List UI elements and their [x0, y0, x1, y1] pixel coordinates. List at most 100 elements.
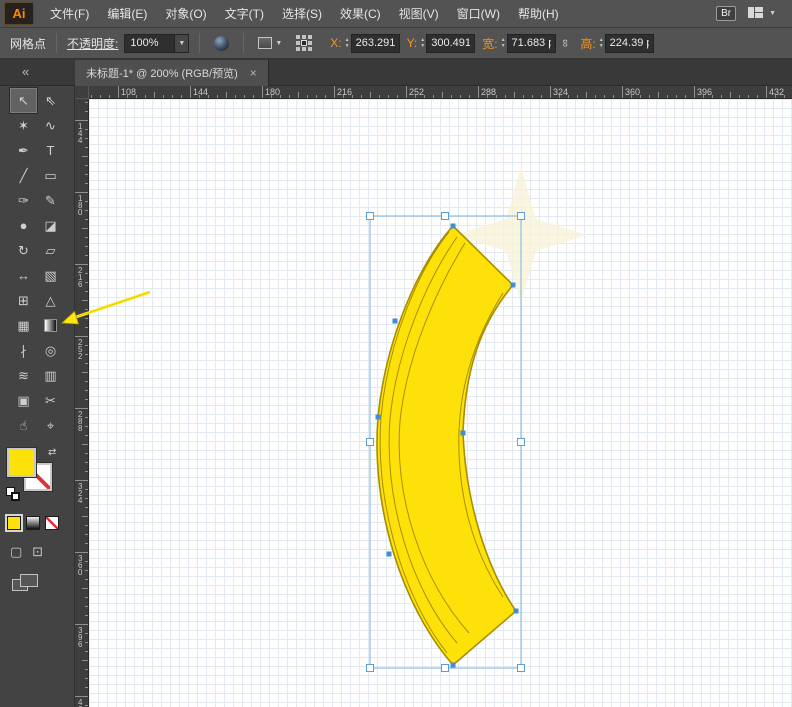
rectangle-tool[interactable]: ▭ [37, 163, 64, 188]
menu-item-effect[interactable]: 效果(C) [331, 0, 390, 28]
eyedropper-tool[interactable]: ∤ [10, 338, 37, 363]
mesh-tool[interactable]: ▦ [10, 313, 37, 338]
w-input[interactable] [507, 34, 556, 53]
tools-panel: ↖⇖✶∿✒T╱▭✑✎●◪↻▱↔▧⊞△▦∤◎≋▥▣✂☝⌖ ⇄ ▢ ⊡ [0, 86, 75, 707]
opacity-combo[interactable]: 100% ▼ [124, 34, 189, 53]
width-tool[interactable]: ↔ [10, 263, 37, 288]
constrain-link-icon[interactable]: ∞ [558, 39, 570, 47]
w-field-group: 宽: ▲▼ [475, 34, 555, 53]
pencil-tool[interactable]: ✎ [37, 188, 64, 213]
y-label: Y: [407, 36, 418, 50]
zoom-tool[interactable]: ⌖ [37, 413, 64, 438]
ruler-corner[interactable] [75, 86, 89, 99]
slice-tool[interactable]: ✂ [37, 388, 64, 413]
opacity-link[interactable]: 不透明度: [67, 35, 118, 52]
document-tab[interactable]: 未标题-1* @ 200% (RGB/预览) × [75, 60, 269, 86]
lasso-tool[interactable]: ∿ [37, 113, 64, 138]
magic-wand-tool[interactable]: ✶ [10, 113, 37, 138]
y-stepper[interactable]: ▲▼ [420, 37, 425, 49]
screen-mode-button[interactable] [12, 574, 40, 594]
selected-artwork[interactable] [377, 226, 516, 665]
ruler-top-label: 324 [553, 87, 568, 97]
control-bar: 网格点 不透明度: 100% ▼ ▼ X:▲▼Y:▲▼宽:▲▼∞高:▲▼ [0, 28, 792, 60]
column-graph-tool[interactable]: ▥ [37, 363, 64, 388]
artwork-layer [89, 99, 792, 707]
fill-swatch[interactable] [7, 448, 36, 477]
draw-normal-icon[interactable]: ▢ [10, 544, 22, 560]
y-field-group: Y:▲▼ [400, 34, 476, 53]
hand-tool[interactable]: ☝ [10, 413, 37, 438]
blend-tool[interactable]: ◎ [37, 338, 64, 363]
none-mode-button[interactable] [45, 516, 59, 530]
document-title: 未标题-1* @ 200% (RGB/预览) [86, 65, 238, 81]
tools-grid: ↖⇖✶∿✒T╱▭✑✎●◪↻▱↔▧⊞△▦∤◎≋▥▣✂☝⌖ [0, 88, 74, 438]
ruler-top-label: 252 [409, 87, 424, 97]
free-transform-tool[interactable]: ▧ [37, 263, 64, 288]
transform-fields: X:▲▼Y:▲▼宽:▲▼∞高:▲▼ [323, 34, 653, 53]
line-segment-tool[interactable]: ╱ [10, 163, 37, 188]
close-icon[interactable]: × [250, 66, 257, 80]
opacity-value[interactable]: 100% [124, 34, 174, 53]
fill-stroke-widget: ⇄ [0, 446, 74, 504]
chevron-down-icon: ▼ [769, 10, 776, 17]
selection-tool[interactable]: ↖ [10, 88, 37, 113]
h-input[interactable] [605, 34, 654, 53]
menu-items: 文件(F)编辑(E)对象(O)文字(T)选择(S)效果(C)视图(V)窗口(W)… [41, 0, 568, 28]
tab-bar: « 未标题-1* @ 200% (RGB/预览) × [0, 60, 792, 86]
gradient-tool[interactable] [37, 313, 64, 338]
x-label: X: [330, 36, 341, 50]
y-input[interactable] [426, 34, 475, 53]
canvas-artboard[interactable] [89, 99, 792, 707]
menu-item-type[interactable]: 文字(T) [216, 0, 273, 28]
opacity-dropdown-icon[interactable]: ▼ [174, 34, 189, 53]
style-options-button[interactable]: ▼ [258, 37, 282, 49]
scale-tool[interactable]: ▱ [37, 238, 64, 263]
ruler-left-label: 1 4 4 [78, 123, 82, 144]
default-fill-stroke-icon[interactable] [6, 487, 20, 501]
ruler-top-label: 144 [193, 87, 208, 97]
workspace-icon [748, 7, 765, 20]
symbol-sprayer-tool[interactable]: ≋ [10, 363, 37, 388]
menu-item-window[interactable]: 窗口(W) [448, 0, 509, 28]
menu-bar: Ai 文件(F)编辑(E)对象(O)文字(T)选择(S)效果(C)视图(V)窗口… [0, 0, 792, 28]
ruler-left-label: 3 6 0 [78, 555, 82, 576]
x-input[interactable] [351, 34, 400, 53]
menu-item-edit[interactable]: 编辑(E) [98, 0, 156, 28]
artboard-tool[interactable]: ▣ [10, 388, 37, 413]
swap-fill-stroke-icon[interactable]: ⇄ [48, 447, 56, 458]
ruler-left[interactable]: 1 4 41 8 02 1 62 5 22 8 83 2 43 6 03 9 6… [75, 99, 89, 707]
paintbrush-tool[interactable]: ✑ [10, 188, 37, 213]
eraser-tool[interactable]: ◪ [37, 213, 64, 238]
perspective-grid-tool[interactable]: △ [37, 288, 64, 313]
menu-item-select[interactable]: 选择(S) [273, 0, 331, 28]
ruler-top[interactable]: 108144180216252288324360396432 [89, 86, 792, 99]
color-mode-button[interactable] [7, 516, 21, 530]
gradient-mode-button[interactable] [26, 516, 40, 530]
ruler-top-label: 360 [625, 87, 640, 97]
x-stepper[interactable]: ▲▼ [345, 37, 350, 49]
shape-builder-tool[interactable]: ⊞ [10, 288, 37, 313]
h-stepper[interactable]: ▲▼ [599, 37, 604, 49]
w-label: 宽: [482, 35, 497, 52]
draw-inside-icon[interactable]: ⊡ [32, 544, 43, 560]
x-field-group: X: ▲▼ [323, 34, 399, 53]
pen-tool[interactable]: ✒ [10, 138, 37, 163]
w-stepper[interactable]: ▲▼ [501, 37, 506, 49]
ruler-left-label: 2 8 8 [78, 411, 82, 432]
menu-item-help[interactable]: 帮助(H) [509, 0, 568, 28]
menu-item-view[interactable]: 视图(V) [390, 0, 448, 28]
ruler-top-label: 108 [121, 87, 136, 97]
workspace-switcher[interactable]: ▼ [748, 7, 776, 20]
menu-item-object[interactable]: 对象(O) [156, 0, 215, 28]
menu-item-file[interactable]: 文件(F) [41, 0, 98, 28]
chevron-down-icon: ▼ [275, 40, 282, 47]
blob-brush-tool[interactable]: ● [10, 213, 37, 238]
direct-selection-tool[interactable]: ⇖ [37, 88, 64, 113]
panel-collapse-icon[interactable]: « [22, 64, 29, 79]
reference-point-widget[interactable] [296, 35, 313, 52]
rotate-tool[interactable]: ↻ [10, 238, 37, 263]
type-tool[interactable]: T [37, 138, 64, 163]
bridge-icon[interactable]: Br [716, 6, 736, 21]
ruler-left-label: 4 3 2 [78, 699, 82, 707]
recolor-artwork-icon[interactable] [214, 36, 229, 51]
